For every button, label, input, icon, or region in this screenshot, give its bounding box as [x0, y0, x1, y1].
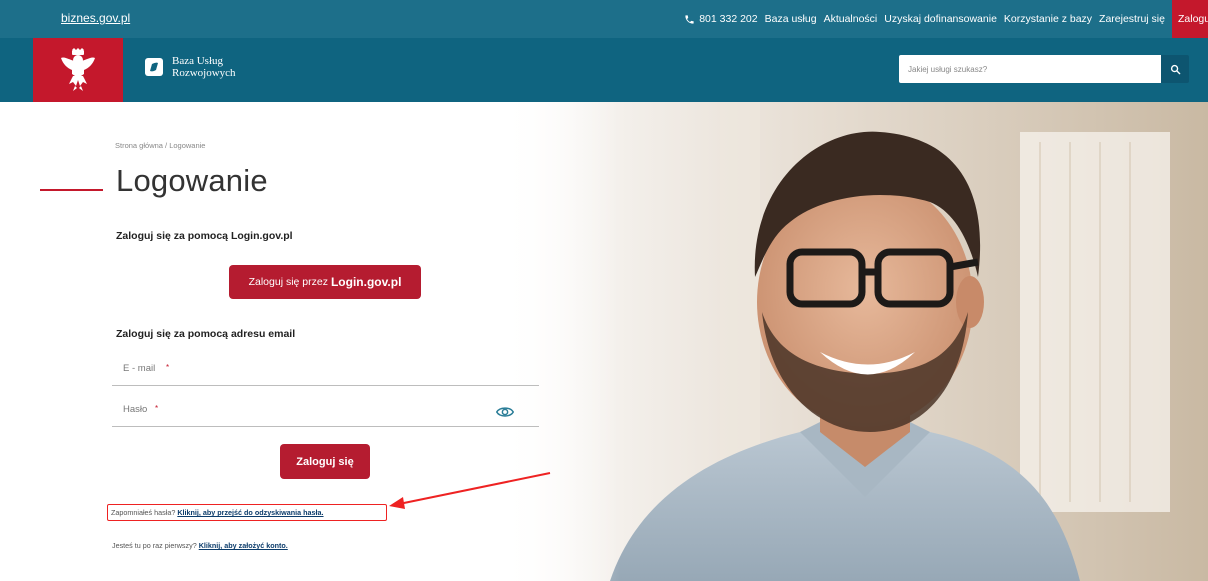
- header: Baza Usług Rozwojowych: [0, 38, 1208, 102]
- forgot-password-row: Zapomniałeś hasła? Kliknij, aby przejść …: [107, 504, 387, 521]
- login-gov-heading: Zaloguj się za pomocą Login.gov.pl: [116, 230, 293, 242]
- breadcrumb[interactable]: Strona główna / Logowanie: [115, 141, 205, 150]
- eagle-icon: [61, 48, 95, 91]
- password-required-mark: *: [155, 404, 159, 413]
- top-bar: biznes.gov.pl 801 332 202 Baza usług Akt…: [0, 0, 1208, 38]
- search-icon: [1170, 64, 1180, 74]
- email-required-mark: *: [166, 363, 170, 372]
- top-nav: 801 332 202 Baza usług Aktualności Uzysk…: [684, 0, 1208, 38]
- new-account-text: Jesteś tu po raz pierwszy?: [112, 541, 197, 550]
- new-account-row: Jesteś tu po raz pierwszy? Kliknij, aby …: [112, 541, 288, 550]
- password-input[interactable]: [123, 404, 483, 415]
- search-button[interactable]: [1161, 55, 1189, 83]
- annotation-arrow: [389, 472, 551, 509]
- search-input[interactable]: [899, 55, 1161, 83]
- search-box: [899, 55, 1161, 83]
- page-title: Logowanie: [116, 163, 268, 198]
- brand-logo[interactable]: Baza Usług Rozwojowych: [145, 55, 236, 79]
- title-accent-line: [40, 189, 103, 191]
- login-gov-button[interactable]: Zaloguj się przez Login.gov.pl: [229, 265, 421, 299]
- bur-logo-icon: [145, 58, 163, 76]
- eye-icon: [495, 407, 515, 417]
- hero-photo: [500, 102, 1208, 581]
- nav-login[interactable]: Zaloguj: [1172, 0, 1208, 38]
- forgot-password-link[interactable]: Kliknij, aby przejść do odzyskiwania has…: [177, 508, 323, 517]
- nav-aktualnosci[interactable]: Aktualności: [824, 13, 878, 25]
- password-field: *: [112, 397, 539, 427]
- brand-line-2: Rozwojowych: [172, 67, 236, 79]
- email-input[interactable]: [123, 363, 483, 374]
- nav-zarejestruj[interactable]: Zarejestruj się: [1099, 13, 1165, 25]
- phone-icon: [685, 14, 694, 24]
- create-account-link[interactable]: Kliknij, aby założyć konto.: [199, 541, 288, 550]
- emblem[interactable]: [33, 38, 123, 102]
- show-password-toggle[interactable]: [495, 405, 515, 423]
- site-link[interactable]: biznes.gov.pl: [61, 11, 130, 25]
- phone-contact[interactable]: 801 332 202: [684, 13, 758, 25]
- forgot-password-text: Zapomniałeś hasła?: [111, 508, 176, 517]
- nav-korzystanie[interactable]: Korzystanie z bazy: [1004, 13, 1092, 25]
- email-login-heading: Zaloguj się za pomocą adresu email: [116, 328, 296, 340]
- login-submit-button[interactable]: Zaloguj się: [280, 444, 370, 479]
- login-gov-button-prefix: Zaloguj się przez: [248, 276, 328, 288]
- nav-baza-uslug[interactable]: Baza usług: [765, 13, 817, 25]
- nav-dofinansowanie[interactable]: Uzyskaj dofinansowanie: [884, 13, 997, 25]
- brand-line-1: Baza Usług: [172, 55, 224, 67]
- phone-number: 801 332 202: [699, 13, 758, 25]
- email-field: *: [112, 356, 539, 386]
- brand-name: Baza Usług Rozwojowych: [172, 55, 236, 79]
- login-gov-button-bold: Login.gov.pl: [330, 275, 402, 289]
